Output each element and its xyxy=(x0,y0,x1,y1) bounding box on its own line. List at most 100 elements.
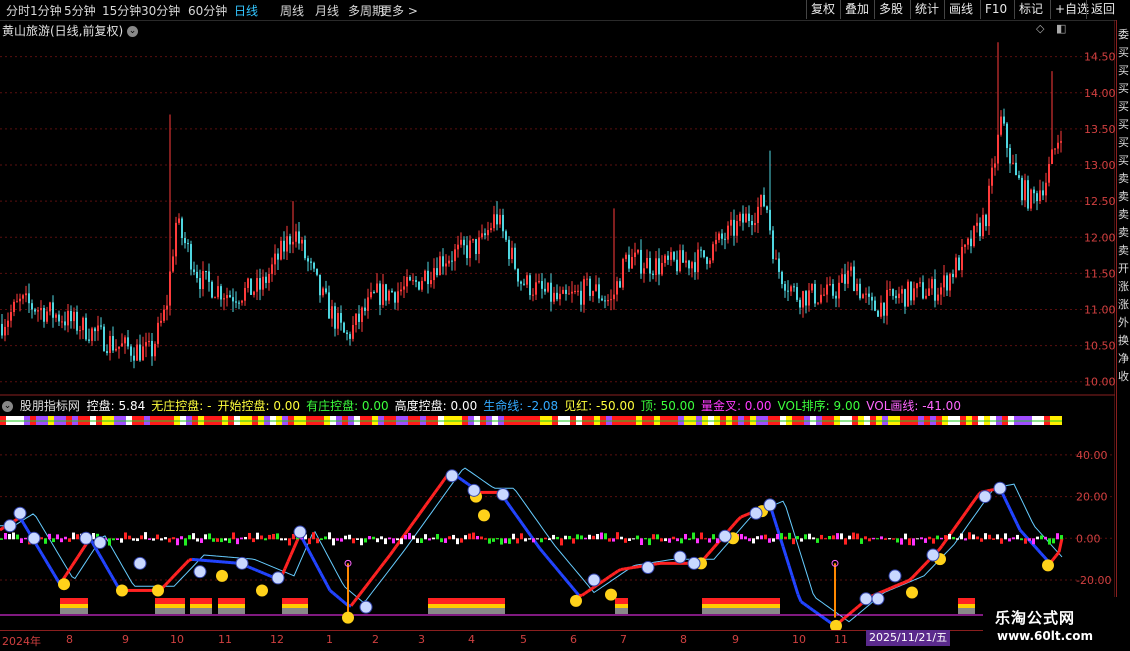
main-line-segment xyxy=(1017,524,1020,530)
main-line-segment xyxy=(255,570,258,571)
candle-body xyxy=(508,240,510,259)
candle-body xyxy=(454,249,456,261)
main-line-segment xyxy=(81,547,84,552)
main-line-segment xyxy=(171,576,174,579)
main-line-segment xyxy=(369,578,372,582)
main-line-segment xyxy=(546,556,549,560)
quote-label: 买 xyxy=(1117,134,1130,150)
main-line-segment xyxy=(1011,511,1014,517)
candle-body xyxy=(154,344,156,356)
candle-body xyxy=(985,215,987,226)
histogram-bar xyxy=(1004,533,1007,539)
candle-body xyxy=(547,283,549,292)
histogram-bar xyxy=(432,538,435,540)
candle-body xyxy=(325,288,327,292)
histogram-bar xyxy=(536,538,539,539)
candle-body xyxy=(859,284,861,299)
indicator-field-value: - xyxy=(203,399,211,413)
candle-body xyxy=(115,349,117,351)
candle-body xyxy=(1009,148,1011,164)
indicator-field: 顶: 50.00 xyxy=(641,399,698,413)
histogram-bar xyxy=(320,538,323,540)
histogram-bar xyxy=(552,535,555,539)
candle-body xyxy=(706,257,708,264)
histogram-bar xyxy=(404,535,407,539)
histogram-bar xyxy=(108,538,111,545)
histogram-bar xyxy=(1040,535,1043,539)
quote-label: 卖 xyxy=(1117,206,1130,222)
main-line-segment xyxy=(393,547,396,551)
candle-body xyxy=(1003,117,1005,124)
main-line-segment xyxy=(600,581,603,583)
watermark-logo: 乐淘公式网 www.60lt.com xyxy=(983,597,1130,650)
histogram-bar xyxy=(24,538,27,539)
candle-body xyxy=(655,258,657,275)
candle-body xyxy=(19,299,21,302)
candle-body xyxy=(160,321,162,323)
candle-body xyxy=(415,280,417,282)
happy-face-icon xyxy=(605,589,617,601)
candle-body xyxy=(310,261,312,262)
candle-body xyxy=(178,218,180,222)
candle-body xyxy=(826,284,828,294)
candle-body xyxy=(856,284,858,291)
main-line-segment xyxy=(807,606,810,608)
candle-body xyxy=(55,315,57,318)
watermark-url: www.60lt.com xyxy=(997,629,1093,643)
candle-body xyxy=(307,258,309,261)
candle-body xyxy=(1021,178,1023,200)
candle-body xyxy=(889,289,891,290)
candle-body xyxy=(769,210,771,231)
histogram-bar xyxy=(864,536,867,539)
candle-body xyxy=(751,221,753,225)
sad-face-icon xyxy=(979,491,991,503)
histogram-bar xyxy=(392,538,395,543)
candle-body xyxy=(97,325,99,331)
histogram-bar xyxy=(280,538,283,540)
main-line-segment xyxy=(963,512,966,516)
date-tick: 6 xyxy=(570,633,577,646)
main-line-segment xyxy=(423,505,426,509)
candle-body xyxy=(64,321,66,325)
candle-body xyxy=(610,299,612,300)
main-line-segment xyxy=(510,506,513,510)
candle-body xyxy=(433,268,435,280)
main-line-segment xyxy=(798,594,801,601)
main-line-segment xyxy=(1020,530,1023,533)
main-line-segment xyxy=(540,549,543,553)
histogram-bar xyxy=(132,538,135,540)
histogram-bar xyxy=(424,534,427,539)
histogram-bar xyxy=(928,537,931,540)
candle-body xyxy=(163,310,165,321)
indicator-field: VOL排序: 9.00 xyxy=(778,399,864,413)
candle-body xyxy=(550,283,552,302)
candle-body xyxy=(484,233,486,235)
indicator-field: VOL画线: -41.00 xyxy=(866,399,964,413)
main-line-segment xyxy=(975,495,978,499)
sad-face-icon xyxy=(94,536,106,548)
main-line-segment xyxy=(42,554,45,559)
histogram-bar xyxy=(148,538,151,540)
candle-body xyxy=(208,271,210,281)
chevron-down-icon[interactable]: ⌄ xyxy=(2,401,13,412)
candle-body xyxy=(604,300,606,301)
chart-canvas[interactable]: 14.5014.0013.5013.0012.5012.0011.5011.00… xyxy=(0,0,1115,630)
candle-body xyxy=(907,282,909,307)
main-line-segment xyxy=(564,578,567,582)
histogram-bar xyxy=(512,534,515,540)
main-line-segment xyxy=(855,607,858,610)
sad-face-icon xyxy=(764,499,776,511)
histogram-bar xyxy=(1000,538,1003,543)
candle-body xyxy=(823,295,825,296)
main-line-segment xyxy=(951,529,954,533)
candle-body xyxy=(766,206,768,210)
indicator-field-label: VOL排序: xyxy=(778,399,830,413)
candle-body xyxy=(1006,124,1008,148)
candle-body xyxy=(1036,193,1038,201)
histogram-bar xyxy=(452,535,455,539)
candle-body xyxy=(874,301,876,311)
histogram-bar xyxy=(4,533,7,539)
vol-block xyxy=(218,608,245,614)
indicator-field-value: -50.00 xyxy=(592,399,635,413)
histogram-bar xyxy=(468,534,471,540)
